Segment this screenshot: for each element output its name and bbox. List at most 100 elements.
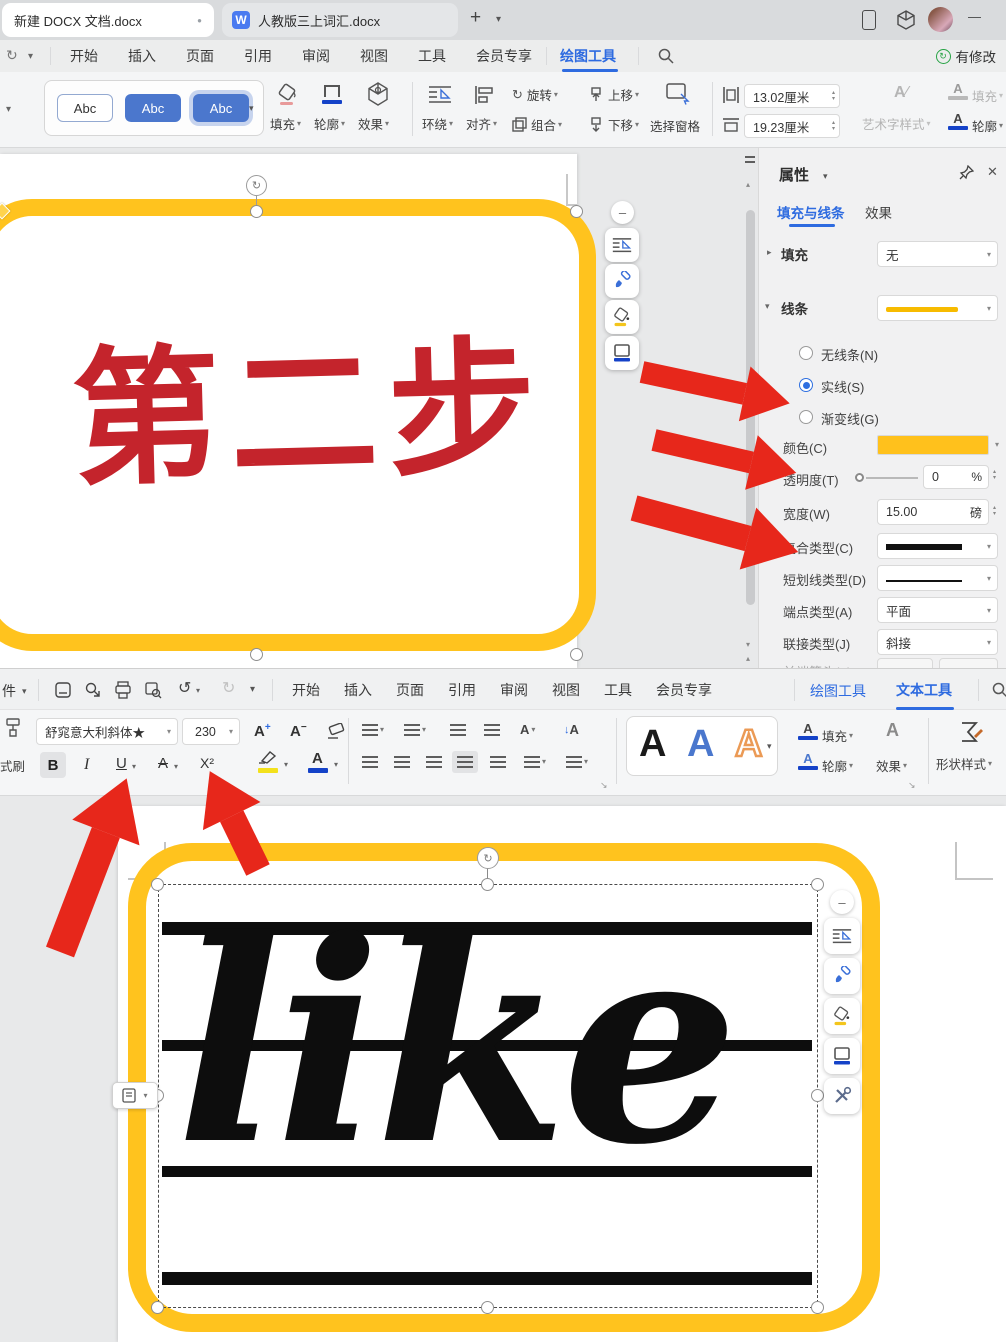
begin-arrow-size-select[interactable]: ▾ [939, 658, 998, 668]
float-brush-button[interactable] [605, 264, 639, 298]
search-icon[interactable] [658, 48, 674, 64]
selection-handle-right[interactable] [811, 1089, 824, 1102]
text-outline-button[interactable]: 轮廓▾ [972, 116, 1003, 135]
shape-height-input[interactable]: 13.02厘米 ▴▾ [744, 84, 840, 108]
shape-effects-button[interactable]: 效果▾ [358, 114, 389, 133]
format-painter-button-partial[interactable]: 式刷 [0, 756, 25, 775]
menu-tab-insert[interactable]: 插入 [344, 680, 372, 700]
wordart-dialog-launcher[interactable]: ↘ [908, 780, 916, 791]
close-icon[interactable]: ✕ [987, 164, 998, 180]
menu-tab-view[interactable]: 视图 [360, 46, 388, 66]
file-menu-partial[interactable]: 件 [2, 681, 16, 701]
menu-tab-insert[interactable]: 插入 [128, 46, 156, 66]
transparency-input[interactable]: 0 % [923, 465, 989, 489]
float-wrap-button[interactable] [824, 918, 860, 954]
join-type-select[interactable]: 斜接▾ [877, 629, 998, 655]
selection-handle-top-right[interactable] [811, 878, 824, 891]
wordart-style-button-disabled[interactable]: 艺术字样式▾ [862, 114, 931, 133]
rotate-handle[interactable]: ↻ [246, 175, 267, 196]
layout-options-button[interactable]: ▾ [112, 1082, 158, 1109]
clear-format-eraser-icon[interactable] [326, 723, 346, 740]
radio-gradient-line-label[interactable]: 渐变线(G) [821, 409, 879, 428]
wordart-style-orange-outline[interactable]: A [735, 725, 762, 763]
cube-icon[interactable] [896, 9, 916, 31]
pin-icon[interactable] [959, 165, 974, 180]
font-size-select[interactable]: 230▾ [182, 718, 240, 745]
redo-icon[interactable]: ↻ [6, 47, 18, 64]
line-width-input[interactable]: 15.00 磅 [877, 499, 989, 525]
shape-width-input[interactable]: 19.23厘米 ▴▾ [744, 114, 840, 138]
superscript-button[interactable]: X² [200, 755, 214, 771]
selection-handle-top[interactable] [250, 205, 263, 218]
float-wrap-button[interactable] [605, 228, 639, 262]
font-color-chevron-icon[interactable]: ▾ [334, 760, 338, 769]
send-backward-button[interactable]: 下移▾ [588, 115, 639, 134]
undo-chevron-icon[interactable]: ▾ [196, 686, 200, 695]
align-button[interactable]: 对齐▾ [466, 114, 497, 133]
menu-tab-home[interactable]: 开始 [70, 46, 98, 66]
dash-type-select[interactable]: ▾ [877, 565, 998, 591]
menu-tab-reference[interactable]: 引用 [244, 46, 272, 66]
file-chevron-icon[interactable]: ▾ [22, 686, 27, 697]
text-box-selection[interactable] [158, 884, 818, 1308]
minimize-button[interactable]: — [968, 9, 981, 24]
gallery-more-chevron-icon[interactable]: ▾ [767, 741, 772, 752]
bold-button-active[interactable]: B [40, 752, 66, 778]
avatar[interactable] [928, 7, 953, 32]
menu-tab-home[interactable]: 开始 [292, 680, 320, 700]
shrink-font-button[interactable]: A− [290, 722, 307, 740]
strikethrough-button[interactable]: A [158, 755, 168, 772]
text-outline-button[interactable]: 轮廓▾ [822, 756, 853, 775]
scroll-top-icon[interactable] [745, 156, 755, 164]
menu-tab-drawing-tools-active[interactable]: 绘图工具 [560, 40, 616, 72]
rotate-button[interactable]: ↻ 旋转▾ [512, 85, 558, 104]
float-fill-button[interactable] [824, 998, 860, 1034]
fill-expander-icon[interactable]: ▸ [767, 247, 772, 258]
float-outline-button[interactable] [605, 336, 639, 370]
vertical-text-button[interactable]: ↓ A [564, 722, 579, 737]
distribute-button[interactable] [490, 756, 506, 768]
menu-tab-review[interactable]: 审阅 [302, 46, 330, 66]
panel-title-chevron-icon[interactable]: ▾ [823, 171, 828, 182]
transparency-spinner[interactable]: ▴▾ [993, 469, 996, 481]
text-effects-button[interactable]: 效果▾ [876, 756, 907, 775]
bring-forward-button[interactable]: 上移▾ [588, 85, 639, 104]
text-effects-a-icon[interactable]: A [886, 720, 899, 741]
menu-tab-membership[interactable]: 会员专享 [476, 46, 532, 66]
underline-chevron-icon[interactable]: ▾ [132, 762, 136, 771]
selection-pane-button[interactable]: 选择窗格 [650, 116, 700, 135]
float-fill-button[interactable] [605, 300, 639, 334]
save-icon[interactable] [54, 681, 72, 699]
gallery-more-chevron-icon[interactable]: ▾ [249, 103, 254, 114]
undo-icon[interactable]: ↺ [178, 678, 191, 698]
text-fill-button[interactable]: 填充▾ [822, 726, 853, 745]
scroll-down-arrow[interactable]: ▾ [746, 640, 750, 649]
font-color-button[interactable]: A [312, 750, 323, 767]
menu-tab-page[interactable]: 页面 [396, 680, 424, 700]
menu-tab-tools[interactable]: 工具 [604, 680, 632, 700]
radio-gradient-line[interactable] [799, 410, 813, 424]
align-left-button[interactable] [362, 756, 378, 768]
bullet-list-button[interactable]: ▾ [362, 724, 384, 736]
selection-handle-top-right[interactable] [570, 205, 583, 218]
text-fill-button-disabled[interactable]: 填充▾ [972, 86, 1003, 105]
radio-no-line-label[interactable]: 无线条(N) [821, 345, 878, 364]
device-sync-icon[interactable] [862, 10, 876, 30]
line-spacing-button[interactable]: ▾ [566, 756, 588, 768]
panel-tab-effects[interactable]: 效果 [865, 202, 892, 222]
group-button[interactable]: 组合▾ [512, 115, 562, 134]
highlight-pen-icon[interactable] [258, 750, 278, 764]
float-outline-button[interactable] [824, 1038, 860, 1074]
float-brush-button[interactable] [824, 958, 860, 994]
strikethrough-chevron-icon[interactable]: ▾ [174, 762, 178, 771]
menu-tab-text-tools-active[interactable]: 文本工具 [896, 669, 952, 711]
wrap-button[interactable]: 环绕▾ [422, 114, 453, 133]
print-preview-icon[interactable] [144, 681, 162, 699]
transparency-slider-track[interactable] [866, 477, 918, 479]
menu-tab-page[interactable]: 页面 [186, 46, 214, 66]
menu-tab-review[interactable]: 审阅 [500, 680, 528, 700]
line-style-select[interactable]: ▾ [877, 295, 998, 321]
line-width-spinner[interactable]: ▴▾ [993, 505, 996, 517]
new-tab-button[interactable]: + [470, 7, 481, 29]
step-title-text[interactable]: 第二步 [70, 333, 634, 496]
